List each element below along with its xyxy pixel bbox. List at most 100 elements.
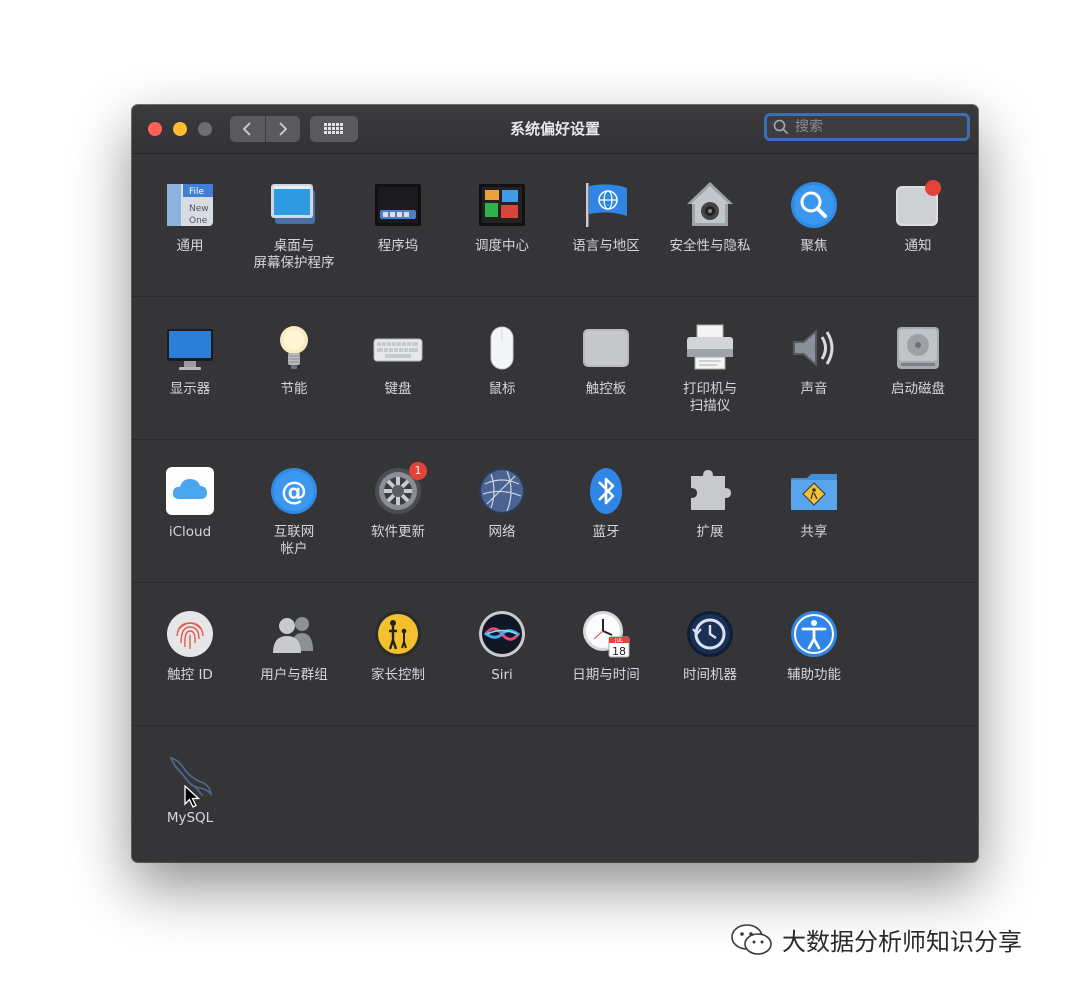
pane-startup-disk[interactable]: 启动磁盘 <box>866 323 970 398</box>
pane-label: 触控 ID <box>167 667 213 683</box>
printers-scanners-icon <box>685 323 735 373</box>
show-all-button[interactable] <box>310 116 358 142</box>
pane-label: 语言与地区 <box>572 238 640 254</box>
search-field[interactable] <box>764 113 970 141</box>
pane-label: 启动磁盘 <box>891 381 945 397</box>
close-window-button[interactable] <box>148 122 162 136</box>
pane-label: MySQL <box>166 810 214 826</box>
system-preferences-window: 系统偏好设置 File New One 通用 桌面与 屏幕保护程序 程序坞 调度中心 语言与地… <box>132 105 978 862</box>
minimize-window-button[interactable] <box>173 122 187 136</box>
spotlight-icon <box>789 180 839 230</box>
extensions-icon <box>685 466 735 516</box>
chevron-left-icon <box>242 122 251 136</box>
pane-desktop-screensaver[interactable]: 桌面与 屏幕保护程序 <box>242 180 346 272</box>
pane-trackpad[interactable]: 触控板 <box>554 323 658 398</box>
pane-notifications[interactable]: 通知 <box>866 180 970 255</box>
pane-label: 软件更新 <box>371 524 425 540</box>
chevron-right-icon <box>279 122 288 136</box>
update-count-badge: 1 <box>409 462 427 480</box>
time-machine-icon <box>685 609 735 659</box>
svg-text:New: New <box>189 204 209 214</box>
pane-displays[interactable]: 显示器 <box>138 323 242 398</box>
pane-label: 触控板 <box>585 381 627 397</box>
pane-label: iCloud <box>168 524 212 540</box>
parental-controls-icon <box>373 609 423 659</box>
pane-spotlight[interactable]: 聚焦 <box>762 180 866 255</box>
pane-row: MySQL <box>132 726 978 862</box>
icloud-icon <box>165 466 215 516</box>
pane-label: 时间机器 <box>683 667 737 683</box>
watermark: 大数据分析师知识分享 <box>730 922 1022 957</box>
pane-label: 桌面与 屏幕保护程序 <box>253 238 335 271</box>
pane-label: 调度中心 <box>475 238 529 254</box>
svg-text:One: One <box>189 216 208 226</box>
preference-panes: File New One 通用 桌面与 屏幕保护程序 程序坞 调度中心 语言与地区 安全性与隐私… <box>132 154 978 862</box>
pane-energy-saver[interactable]: 节能 <box>242 323 346 398</box>
svg-text:@: @ <box>281 477 307 507</box>
pane-label: 聚焦 <box>800 238 828 254</box>
pane-extensions[interactable]: 扩展 <box>658 466 762 541</box>
pane-sound[interactable]: 声音 <box>762 323 866 398</box>
pane-printers-scanners[interactable]: 打印机与 扫描仪 <box>658 323 762 415</box>
pane-label: 声音 <box>800 381 828 397</box>
pane-dock[interactable]: 程序坞 <box>346 180 450 255</box>
svg-text:JUL: JUL <box>614 638 623 644</box>
pane-label: 网络 <box>488 524 516 540</box>
pane-mouse[interactable]: 鼠标 <box>450 323 554 398</box>
mouse-icon <box>477 323 527 373</box>
pane-label: 程序坞 <box>377 238 419 254</box>
pane-label: 辅助功能 <box>787 667 841 683</box>
pane-sharing[interactable]: 共享 <box>762 466 866 541</box>
forward-button[interactable] <box>264 116 301 142</box>
pane-users-groups[interactable]: 用户与群组 <box>242 609 346 684</box>
mouse-pointer-icon <box>184 785 200 808</box>
pane-network[interactable]: 网络 <box>450 466 554 541</box>
pane-internet-accounts[interactable]: @ 互联网 帐户 <box>242 466 346 558</box>
dock-icon <box>373 180 423 230</box>
pane-row: 显示器 节能 键盘 鼠标 触控板 打印机与 扫描仪 声音 启动磁盘 <box>132 297 978 440</box>
bluetooth-icon <box>581 466 631 516</box>
pane-software-update[interactable]: 1 软件更新 <box>346 462 450 541</box>
pane-label: 通知 <box>904 238 932 254</box>
pane-siri[interactable]: Siri <box>450 609 554 684</box>
trackpad-icon <box>581 323 631 373</box>
pane-mission-control[interactable]: 调度中心 <box>450 180 554 255</box>
pane-language-region[interactable]: 语言与地区 <box>554 180 658 255</box>
security-privacy-icon <box>685 180 735 230</box>
pane-accessibility[interactable]: 辅助功能 <box>762 609 866 684</box>
pane-parental-controls[interactable]: 家长控制 <box>346 609 450 684</box>
pane-date-time[interactable]: JUL 18 日期与时间 <box>554 609 658 684</box>
accessibility-icon <box>789 609 839 659</box>
pane-icloud[interactable]: iCloud <box>138 466 242 541</box>
svg-text:18: 18 <box>612 645 626 658</box>
pane-label: 安全性与隐私 <box>669 238 751 254</box>
pane-label: 共享 <box>800 524 828 540</box>
pane-label: 通用 <box>176 238 204 254</box>
pane-keyboard[interactable]: 键盘 <box>346 323 450 398</box>
pane-time-machine[interactable]: 时间机器 <box>658 609 762 684</box>
internet-accounts-icon: @ <box>269 466 319 516</box>
pane-label: 互联网 帐户 <box>273 524 315 557</box>
zoom-window-button[interactable] <box>198 122 212 136</box>
users-groups-icon <box>269 609 319 659</box>
pane-general[interactable]: File New One 通用 <box>138 180 242 255</box>
pane-label: 蓝牙 <box>592 524 620 540</box>
search-input[interactable] <box>793 118 967 136</box>
energy-saver-icon <box>269 323 319 373</box>
pane-label: Siri <box>491 667 513 683</box>
notifications-icon <box>893 180 943 230</box>
keyboard-icon <box>373 323 423 373</box>
desktop-screensaver-icon <box>269 180 319 230</box>
pane-security-privacy[interactable]: 安全性与隐私 <box>658 180 762 255</box>
pane-touch-id[interactable]: 触控 ID <box>138 609 242 684</box>
pane-label: 用户与群组 <box>260 667 328 683</box>
pane-bluetooth[interactable]: 蓝牙 <box>554 466 658 541</box>
pane-label: 显示器 <box>169 381 211 397</box>
back-button[interactable] <box>230 116 265 142</box>
wechat-logo-icon <box>731 923 772 955</box>
mission-control-icon <box>477 180 527 230</box>
navigation-buttons <box>230 116 300 142</box>
language-region-icon <box>581 180 631 230</box>
pane-label: 日期与时间 <box>572 667 640 683</box>
pane-label: 家长控制 <box>371 667 425 683</box>
